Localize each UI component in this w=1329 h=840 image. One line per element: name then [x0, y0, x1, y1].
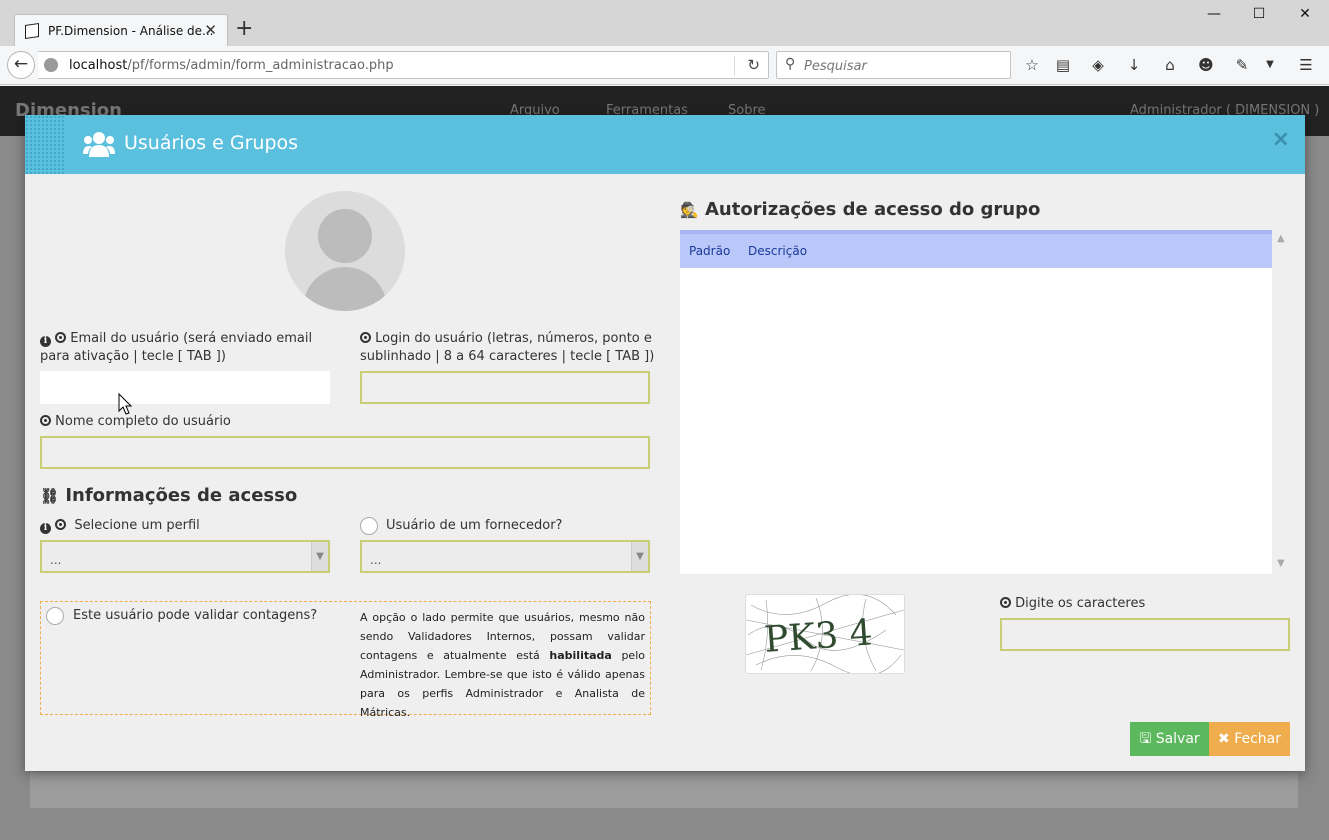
user-secret-icon: 🕵: [680, 201, 699, 219]
sitemap-icon: ⛓: [40, 487, 60, 505]
close-x-icon: ✖: [1218, 731, 1230, 747]
users-groups-modal: Usuários e Grupos × i Email do usuário (…: [25, 115, 1305, 771]
user-avatar[interactable]: [285, 191, 405, 311]
browser-navbar: ← localhost/pf/forms/admin/form_administ…: [0, 46, 1329, 85]
search-icon: ⚲: [785, 56, 796, 72]
fullname-label: Nome completo do usuário: [40, 413, 231, 431]
pocket-icon[interactable]: ◈: [1088, 56, 1108, 74]
browser-tab[interactable]: PF.Dimension - Análise de... ✕: [14, 14, 228, 47]
reload-icon[interactable]: ↻: [747, 56, 760, 74]
permissions-heading: 🕵 Autorizações de acesso do grupo: [680, 199, 1041, 220]
browser-titlebar: PF.Dimension - Análise de... ✕ + — ☐ ✕: [0, 0, 1329, 47]
required-icon: [360, 332, 371, 343]
floppy-icon: 🖫: [1139, 731, 1152, 747]
validate-description: A opção o lado permite que usuários, mes…: [360, 611, 645, 719]
column-padrao[interactable]: Padrão: [689, 244, 730, 258]
supplier-select-value: ...: [370, 553, 382, 567]
validate-label: Este usuário pode validar contagens?: [73, 608, 318, 623]
dropdown-arrow-icon[interactable]: ▼: [1260, 59, 1280, 70]
supplier-label: Usuário de um fornecedor?: [386, 518, 563, 533]
captcha-text: PK3 4: [763, 612, 874, 660]
supplier-select[interactable]: ... ▼: [360, 540, 650, 573]
new-tab-button[interactable]: +: [235, 18, 253, 40]
page-favicon-icon: [25, 23, 39, 39]
save-button[interactable]: 🖫 Salvar: [1130, 722, 1209, 756]
permissions-table[interactable]: Padrão Descrição: [680, 230, 1272, 574]
validate-radio[interactable]: [46, 607, 64, 625]
required-icon: [55, 519, 67, 530]
profile-select[interactable]: ... ▼: [40, 540, 330, 573]
search-input[interactable]: ⚲ Pesquisar: [776, 51, 1011, 79]
info-icon: i: [40, 523, 51, 534]
modal-header: Usuários e Grupos ×: [25, 115, 1305, 174]
save-label: Salvar: [1155, 731, 1200, 747]
email-field[interactable]: [40, 371, 330, 404]
search-placeholder: Pesquisar: [804, 59, 867, 74]
supplier-radio[interactable]: [360, 517, 378, 535]
required-icon: [1000, 597, 1011, 608]
arrow-left-icon: ←: [13, 54, 29, 74]
url-separator: [734, 56, 735, 76]
close-label: Fechar: [1234, 731, 1281, 747]
close-button[interactable]: ✖ Fechar: [1209, 722, 1290, 756]
globe-icon: [44, 58, 58, 72]
avatar-head: [318, 209, 372, 263]
background-panel: [30, 772, 1298, 808]
minimize-button[interactable]: —: [1204, 6, 1224, 22]
table-header: Padrão Descrição: [680, 234, 1272, 268]
bookmark-star-icon[interactable]: ☆: [1022, 56, 1042, 74]
url-bar[interactable]: localhost/pf/forms/admin/form_administra…: [38, 51, 769, 79]
window-close-button[interactable]: ✕: [1295, 6, 1315, 22]
login-label: Login do usuário (letras, números, ponto…: [360, 331, 655, 364]
avatar-body: [303, 267, 387, 311]
validate-counts-box: Este usuário pode validar contagens? A o…: [40, 601, 651, 719]
column-descricao[interactable]: Descrição: [748, 244, 807, 258]
download-icon[interactable]: ↓: [1124, 56, 1144, 74]
users-icon: [83, 132, 115, 157]
chevron-down-icon: ▼: [311, 542, 328, 571]
tab-close-icon[interactable]: ✕: [204, 21, 217, 39]
tab-title: PF.Dimension - Análise de...: [48, 24, 214, 38]
captcha-noise: PK3 4: [745, 594, 905, 676]
emoji-icon[interactable]: ☻: [1196, 56, 1216, 74]
captcha-label: Digite os caracteres: [1000, 595, 1145, 613]
header-pattern: [25, 115, 64, 174]
reading-list-icon[interactable]: ▤: [1053, 56, 1073, 74]
mouse-cursor-icon: [118, 393, 133, 415]
captcha-field[interactable]: [1000, 618, 1290, 651]
fullname-field[interactable]: [40, 436, 650, 469]
scroll-down-icon[interactable]: ▼: [1277, 558, 1285, 569]
menu-hamburger-icon[interactable]: ☰: [1296, 56, 1316, 74]
profile-label: i Selecione um perfil: [40, 517, 200, 535]
login-field[interactable]: [360, 371, 650, 404]
captcha-image: PK3 4: [745, 594, 905, 676]
profile-select-value: ...: [50, 553, 62, 567]
modal-title: Usuários e Grupos: [124, 132, 299, 154]
scroll-up-icon[interactable]: ▲: [1277, 233, 1285, 244]
url-text: localhost/pf/forms/admin/form_administra…: [69, 58, 394, 73]
email-label: i Email do usuário (será enviado email p…: [40, 331, 313, 364]
extension-icon[interactable]: ✎: [1232, 56, 1252, 74]
required-icon: [40, 415, 51, 426]
chevron-down-icon: ▼: [631, 542, 648, 571]
required-icon: [55, 332, 67, 343]
back-button[interactable]: ←: [7, 51, 35, 79]
modal-close-icon[interactable]: ×: [1272, 127, 1290, 152]
access-info-heading: ⛓ Informações de acesso: [40, 485, 298, 506]
info-icon: i: [40, 336, 51, 347]
home-icon[interactable]: ⌂: [1160, 56, 1180, 74]
maximize-button[interactable]: ☐: [1249, 6, 1269, 22]
